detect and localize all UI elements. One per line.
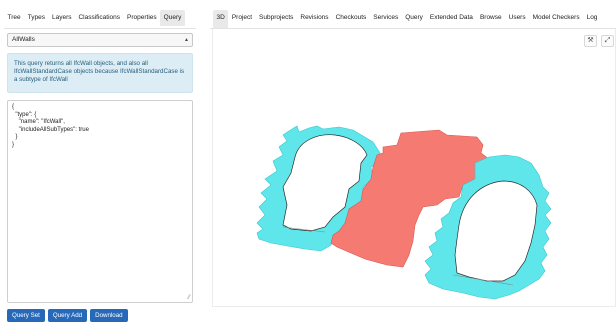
tab-tree[interactable]: Tree bbox=[4, 10, 24, 26]
select-value: AllWalls bbox=[12, 36, 35, 43]
tab-browse[interactable]: Browse bbox=[476, 10, 505, 28]
query-info-box: This query returns all IfcWall objects, … bbox=[7, 53, 193, 93]
query-panel: Tree Types Layers Classifications Proper… bbox=[0, 0, 200, 322]
building-model bbox=[256, 125, 552, 300]
tab-services[interactable]: Services bbox=[370, 10, 402, 28]
resize-grip-icon[interactable]: ⁄⁄ bbox=[188, 295, 190, 301]
tab-users[interactable]: Users bbox=[505, 10, 529, 28]
tab-revisions[interactable]: Revisions bbox=[297, 10, 332, 28]
tab-classifications[interactable]: Classifications bbox=[75, 10, 124, 26]
tab-layers[interactable]: Layers bbox=[48, 10, 75, 26]
tab-model-checkers[interactable]: Model Checkers bbox=[529, 10, 583, 28]
tab-properties[interactable]: Properties bbox=[124, 10, 161, 26]
download-button[interactable]: Download bbox=[90, 309, 128, 322]
tab-extended-data[interactable]: Extended Data bbox=[426, 10, 476, 28]
tab-project[interactable]: Project bbox=[228, 10, 255, 28]
tab-types[interactable]: Types bbox=[24, 10, 48, 26]
query-editor[interactable]: { "type": { "name": "IfcWall", "includeA… bbox=[7, 100, 193, 303]
query-json-text: { "type": { "name": "IfcWall", "includeA… bbox=[12, 104, 89, 148]
query-set-button[interactable]: Query Set bbox=[7, 309, 45, 322]
query-button-row: Query Set Query Add Download bbox=[7, 309, 128, 322]
main-panel: 3D Project Subprojects Revisions Checkou… bbox=[210, 0, 616, 322]
left-tab-bar: Tree Types Layers Classifications Proper… bbox=[4, 10, 185, 28]
select-caret-icon: ▲ bbox=[184, 37, 189, 43]
tab-subprojects[interactable]: Subprojects bbox=[256, 10, 297, 28]
query-info-text: This query returns all IfcWall objects, … bbox=[14, 60, 185, 83]
tab-log[interactable]: Log bbox=[583, 10, 601, 28]
tab-checkouts[interactable]: Checkouts bbox=[332, 10, 370, 28]
tab-query[interactable]: Query bbox=[160, 10, 185, 26]
tab-query-main[interactable]: Query bbox=[402, 10, 427, 28]
tab-divider bbox=[4, 28, 196, 29]
tab-3d[interactable]: 3D bbox=[213, 10, 229, 28]
predefined-query-select[interactable]: AllWalls ▲ bbox=[7, 33, 193, 47]
3d-viewer[interactable]: ⚒ ⤢ bbox=[212, 29, 616, 307]
main-tab-bar: 3D Project Subprojects Revisions Checkou… bbox=[213, 10, 601, 28]
query-add-button[interactable]: Query Add bbox=[47, 309, 88, 322]
